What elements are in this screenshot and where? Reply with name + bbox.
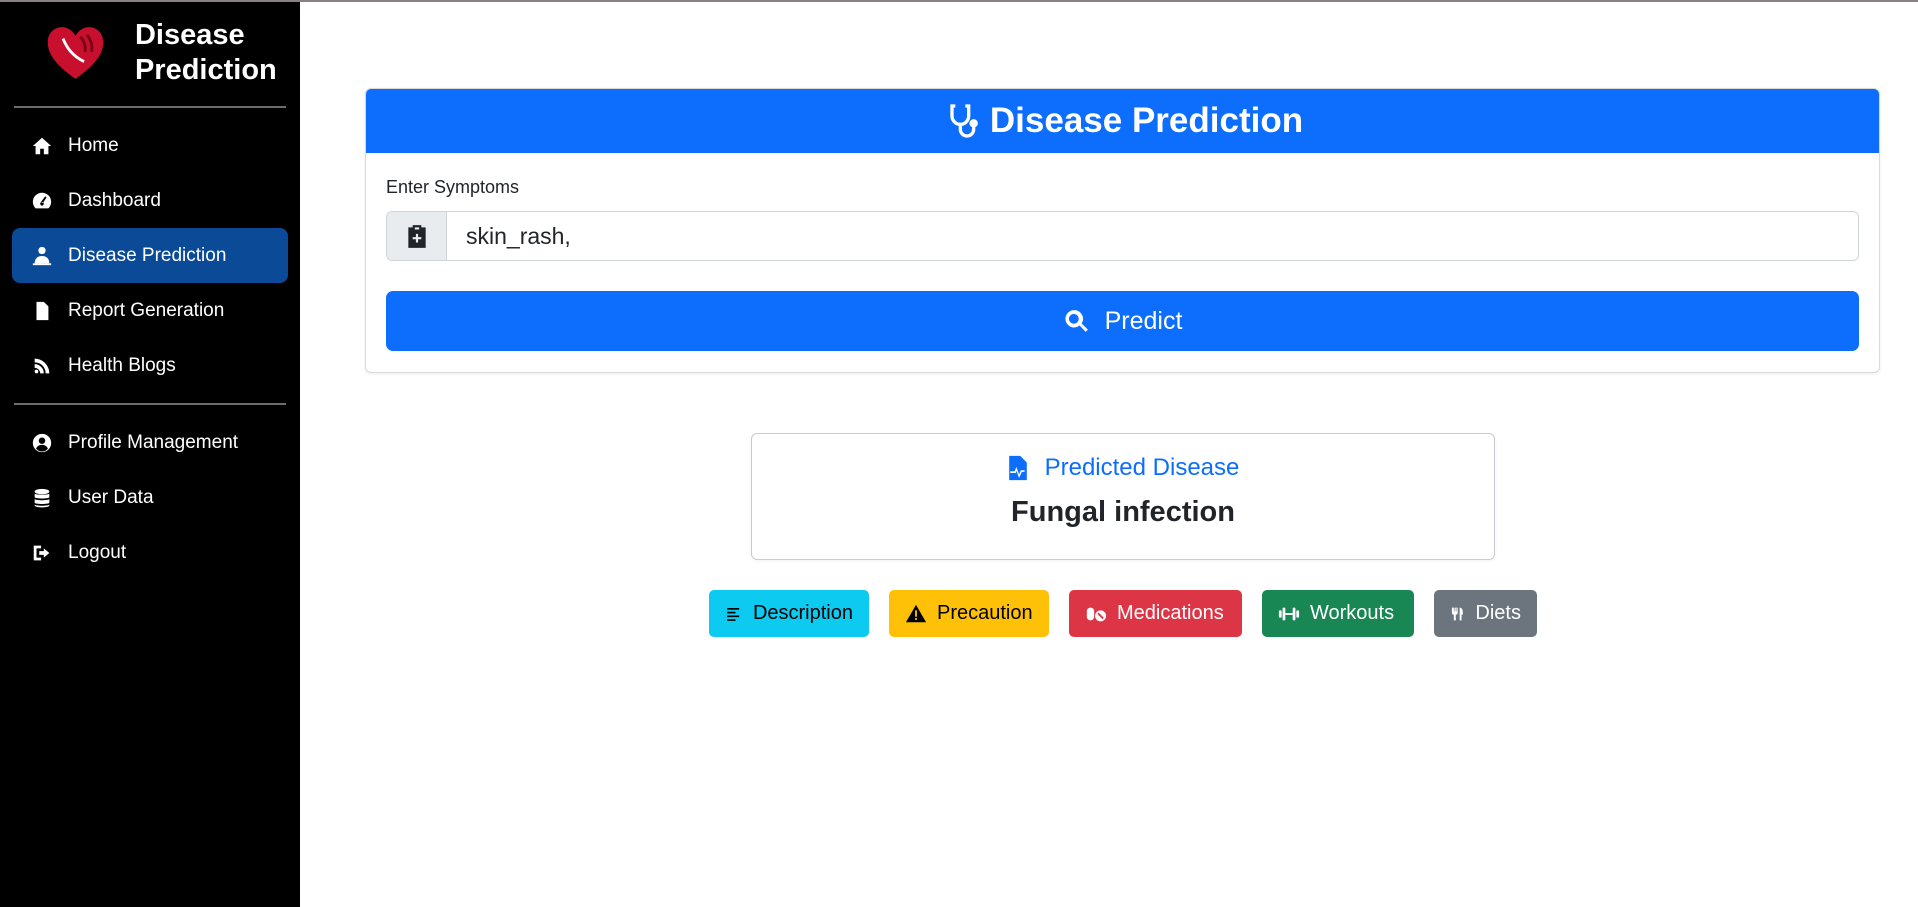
prediction-card-body: Enter Symptoms Predict bbox=[366, 153, 1879, 371]
pills-icon bbox=[1086, 607, 1107, 621]
gauge-icon bbox=[30, 190, 54, 212]
sidebar-item-label: Report Generation bbox=[68, 299, 225, 321]
search-icon bbox=[1065, 310, 1088, 332]
sidebar-item-profile-management[interactable]: Profile Management bbox=[12, 415, 288, 470]
blog-icon bbox=[30, 355, 54, 377]
warning-icon bbox=[905, 604, 927, 622]
symptoms-label: Enter Symptoms bbox=[386, 177, 520, 197]
diets-button-label: Diets bbox=[1475, 602, 1521, 624]
precaution-button[interactable]: Precaution bbox=[889, 590, 1049, 637]
precaution-button-label: Precaution bbox=[937, 602, 1033, 624]
sidebar-item-user-data[interactable]: User Data bbox=[12, 470, 288, 525]
prediction-result-card: Predicted Disease Fungal infection bbox=[751, 433, 1495, 560]
sidebar-item-disease-prediction[interactable]: Disease Prediction bbox=[12, 228, 288, 283]
clipboard-medical-icon bbox=[387, 212, 447, 260]
medications-button-label: Medications bbox=[1117, 602, 1224, 624]
sidebar-item-label: Profile Management bbox=[68, 431, 239, 453]
align-left-icon bbox=[727, 607, 740, 621]
sidebar-item-logout[interactable]: Logout bbox=[12, 525, 288, 580]
symptoms-input[interactable] bbox=[447, 212, 1858, 260]
result-label-text: Predicted Disease bbox=[1044, 454, 1240, 481]
predict-button-label: Predict bbox=[1104, 306, 1183, 335]
home-icon bbox=[30, 135, 54, 157]
prediction-card: Disease Prediction Enter Symptoms Predic… bbox=[365, 88, 1880, 373]
stethoscope-icon bbox=[950, 104, 978, 138]
user-injured-icon bbox=[30, 245, 54, 267]
sidebar-nav-primary: Home Dashboard Disease Prediction Report… bbox=[12, 108, 288, 403]
predicted-disease-value: Fungal infection bbox=[1011, 496, 1235, 528]
sidebar-item-label: Home bbox=[68, 134, 119, 156]
brand[interactable]: Disease Prediction bbox=[12, 0, 288, 106]
file-icon bbox=[30, 300, 54, 322]
description-button[interactable]: Description bbox=[709, 590, 869, 637]
symptoms-input-group bbox=[386, 211, 1859, 261]
dumbbell-icon bbox=[1278, 607, 1300, 620]
sidebar-item-home[interactable]: Home bbox=[12, 118, 288, 173]
info-button-row: Description Precaution Medications Worko… bbox=[709, 590, 1537, 637]
brand-title: Disease Prediction bbox=[134, 19, 277, 86]
workouts-button-label: Workouts bbox=[1310, 602, 1395, 624]
user-circle-icon bbox=[30, 432, 54, 454]
heart-hand-logo-icon bbox=[47, 27, 104, 79]
utensils-icon bbox=[1451, 607, 1463, 620]
medications-button[interactable]: Medications bbox=[1069, 590, 1242, 637]
description-button-label: Description bbox=[752, 602, 853, 624]
sidebar-item-health-blogs[interactable]: Health Blogs bbox=[12, 338, 288, 393]
sidebar-item-report-generation[interactable]: Report Generation bbox=[12, 283, 288, 338]
result-label: Predicted Disease bbox=[752, 454, 1494, 482]
window-top-border bbox=[0, 0, 1918, 2]
workouts-button[interactable]: Workouts bbox=[1262, 590, 1414, 637]
predict-button[interactable]: Predict bbox=[386, 291, 1859, 351]
sidebar-item-label: Disease Prediction bbox=[68, 244, 227, 266]
logout-icon bbox=[30, 542, 54, 564]
sidebar-item-dashboard[interactable]: Dashboard bbox=[12, 173, 288, 228]
file-medical-icon bbox=[1008, 455, 1027, 481]
sidebar-item-label: Health Blogs bbox=[68, 354, 176, 376]
database-icon bbox=[30, 487, 54, 509]
sidebar-item-label: User Data bbox=[68, 486, 154, 508]
sidebar-item-label: Logout bbox=[68, 541, 127, 563]
page-title: Disease Prediction bbox=[989, 101, 1304, 140]
sidebar-nav-secondary: Profile Management User Data Logout bbox=[12, 405, 288, 590]
sidebar-item-label: Dashboard bbox=[68, 189, 161, 211]
diets-button[interactable]: Diets bbox=[1434, 590, 1537, 637]
prediction-card-header: Disease Prediction bbox=[366, 89, 1879, 153]
sidebar: Disease Prediction Home Dashboard Diseas… bbox=[0, 0, 300, 907]
